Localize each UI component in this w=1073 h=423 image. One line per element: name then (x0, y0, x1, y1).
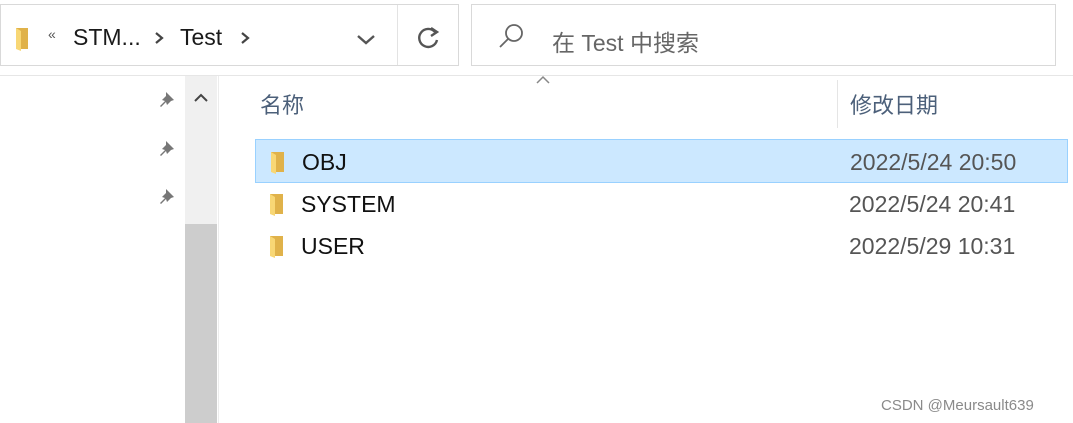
breadcrumb-test[interactable]: Test (180, 24, 222, 51)
search-input[interactable]: 在 Test 中搜索 (552, 24, 699, 58)
column-separator[interactable] (837, 80, 838, 128)
file-name: USER (301, 233, 365, 259)
sort-ascending-icon (536, 75, 550, 84)
scroll-up-icon[interactable] (185, 86, 217, 110)
file-date: 2022/5/24 20:41 (849, 191, 1016, 217)
pane-divider[interactable] (218, 76, 219, 423)
folder-icon (270, 236, 283, 258)
folder-icon (271, 152, 284, 174)
chevron-down-icon[interactable] (355, 31, 377, 47)
file-row-user[interactable]: USER 2022/5/29 10:31 (255, 224, 1068, 268)
file-date: 2022/5/29 10:31 (849, 233, 1016, 259)
file-row-obj[interactable]: OBJ 2022/5/24 20:50 (255, 139, 1068, 183)
file-name: OBJ (302, 149, 347, 175)
address-bar[interactable]: « STM... Test (0, 4, 459, 66)
folder-icon (270, 194, 283, 216)
pin-icon[interactable] (156, 88, 180, 112)
search-icon (499, 24, 523, 48)
watermark-text: CSDN @Meursault639 (881, 397, 1034, 414)
pin-icon[interactable] (156, 185, 180, 209)
column-header-name[interactable]: 名称 (260, 88, 304, 120)
file-row-system[interactable]: SYSTEM 2022/5/24 20:41 (255, 182, 1068, 226)
search-box[interactable]: 在 Test 中搜索 (471, 4, 1056, 66)
breadcrumb-overflow-button[interactable]: « (48, 26, 56, 42)
folder-icon (16, 28, 28, 51)
pin-icon[interactable] (156, 137, 180, 161)
file-name: SYSTEM (301, 191, 396, 217)
breadcrumb-stm[interactable]: STM... (73, 24, 141, 51)
file-date: 2022/5/24 20:50 (850, 149, 1017, 175)
nav-scrollbar-thumb[interactable] (185, 224, 217, 423)
chevron-right-icon[interactable] (151, 30, 167, 46)
address-divider (397, 5, 398, 65)
refresh-icon[interactable] (411, 23, 445, 53)
chevron-right-icon[interactable] (237, 30, 253, 46)
column-header-date-modified[interactable]: 修改日期 (850, 88, 938, 120)
